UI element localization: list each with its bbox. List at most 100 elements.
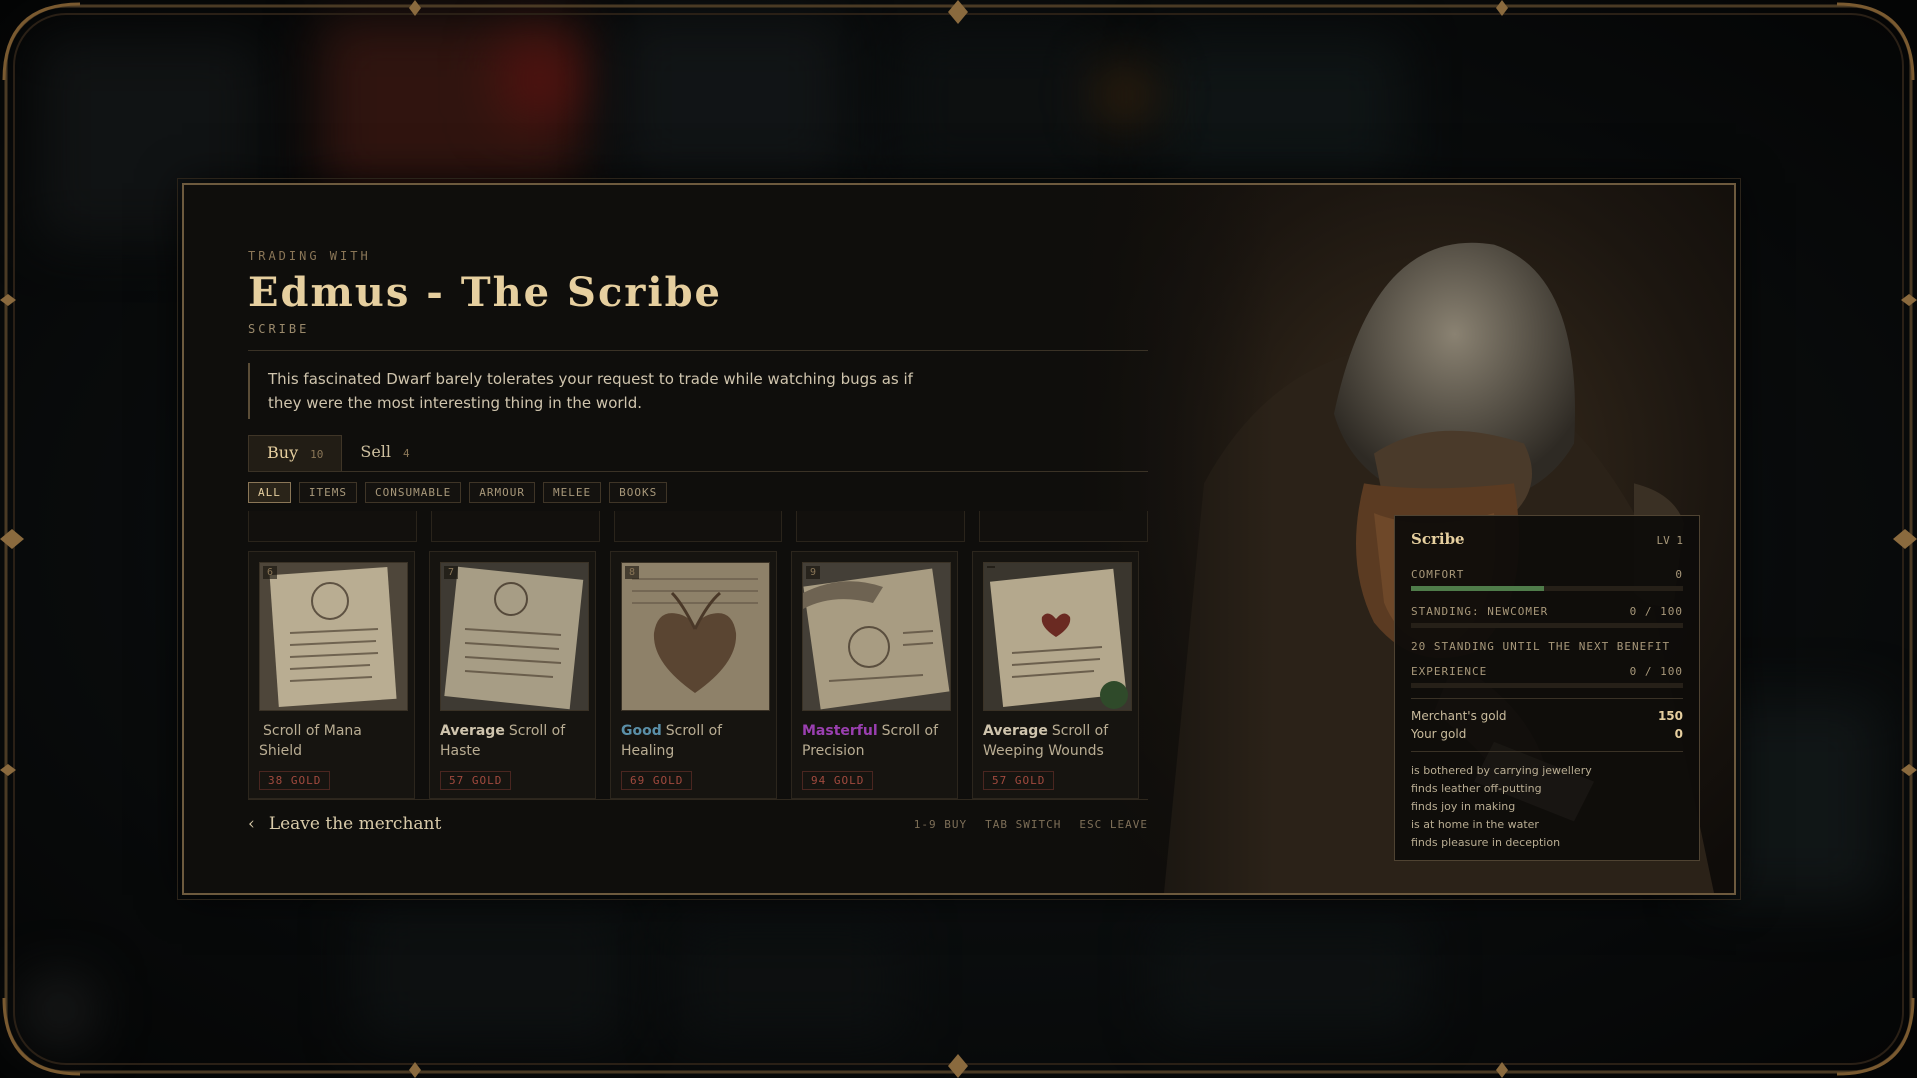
item-card[interactable]: 6 Scroll of Mana Shield 38 GOLD [248,551,415,799]
your-gold-value: 0 [1674,727,1683,741]
filter-all[interactable]: ALL [248,482,291,503]
filter-books[interactable]: BOOKS [609,482,668,503]
merchant-stats-panel: Scribe LV 1 COMFORT 0 STANDING: NEWCOMER… [1394,515,1700,861]
item-price: 69 GOLD [621,771,693,790]
scroll-icon [803,563,950,710]
merchant-gold-value: 150 [1657,709,1683,723]
your-gold-row: Your gold 0 [1411,727,1683,741]
trade-tabs: Buy 10 Sell 4 [248,435,1148,472]
filter-items[interactable]: ITEMS [298,482,357,503]
standing-label: STANDING: NEWCOMER [1411,605,1549,618]
hotkey-badge: 7 [444,566,459,579]
scroll-image: 6 [259,562,408,711]
leave-merchant-button[interactable]: ‹ Leave the merchant [248,814,441,834]
hotkey-badge: 8 [625,566,640,579]
trait-item: finds joy in making [1411,800,1516,813]
item-price: 38 GOLD [259,771,331,790]
item-card-partial[interactable] [613,511,783,542]
scroll-icon [984,563,1131,710]
merchant-gold-label: Merchant's gold [1411,709,1507,723]
comfort-row: COMFORT 0 [1411,568,1683,581]
divider [1411,698,1683,699]
item-name: Average Scroll of Weeping Wounds [983,721,1128,761]
item-name: Good Scroll of Healing [621,721,766,761]
trait-item: is at home in the water [1411,818,1539,831]
filter-melee[interactable]: MELEE [542,482,602,503]
trade-main: TRADING WITH Edmus - The Scribe SCRIBE T… [248,249,1148,801]
item-card-partial[interactable] [430,511,600,542]
merchant-role: SCRIBE [248,322,310,336]
filter-armour[interactable]: ARMOUR [469,482,535,503]
scroll-icon [441,563,588,710]
comfort-bar [1411,586,1683,591]
item-card[interactable]: 7 Average Scroll of Haste 57 GOLD [429,551,596,799]
your-gold-label: Your gold [1411,727,1467,741]
item-quality: Good [621,723,662,739]
item-card-partial[interactable] [796,511,966,542]
previous-row-partial [248,511,1148,542]
experience-label: EXPERIENCE [1411,665,1488,678]
scroll-image: 8 [621,562,770,711]
hint-leave: ESC LEAVE [1079,817,1148,831]
merchant-traits: is bothered by carrying jewellery finds … [1411,762,1683,852]
hotkey-badge [987,566,995,568]
category-filters: ALL ITEMS CONSUMABLE ARMOUR MELEE BOOKS [248,482,1148,503]
merchant-gold-row: Merchant's gold 150 [1411,709,1683,723]
trait-item: is bothered by carrying jewellery [1411,764,1592,777]
item-card-partial[interactable] [979,511,1148,542]
filter-consumable[interactable]: CONSUMABLE [365,482,462,503]
tab-buy-label: Buy [267,443,299,462]
hint-switch: TAB SWITCH [985,817,1062,831]
experience-bar [1411,683,1683,688]
leave-merchant-label: Leave the merchant [268,814,442,834]
item-quality: Average [983,723,1048,739]
stats-level: LV 1 [1656,534,1684,547]
merchant-title: Edmus - The Scribe [248,269,722,316]
tab-sell[interactable]: Sell 4 [342,435,427,471]
item-quality: Average [440,723,505,739]
scroll-icon [260,563,407,710]
divider [1411,751,1683,752]
item-name: Average Scroll of Haste [440,721,585,761]
tab-sell-label: Sell [360,442,392,461]
merchant-description: This fascinated Dwarf barely tolerates y… [248,363,928,419]
scroll-image [983,562,1132,711]
trade-dialog: TRADING WITH Edmus - The Scribe SCRIBE T… [177,178,1741,900]
item-price: 57 GOLD [983,771,1055,790]
hint-buy: 1-9 BUY [913,817,968,831]
item-name: Scroll of Mana Shield [259,721,404,761]
item-price: 94 GOLD [802,771,874,790]
comfort-bar-fill [1411,586,1545,591]
stats-merchant-name: Scribe [1411,530,1465,548]
keyboard-hints: 1-9 BUY TAB SWITCH ESC LEAVE [914,818,1148,831]
experience-row: EXPERIENCE 0 / 100 [1411,665,1683,678]
comfort-value: 0 [1675,568,1683,581]
stats-header: Scribe LV 1 [1411,530,1683,548]
item-grid-scroll[interactable]: 6 Scroll of Mana Shield 38 GOLD 7 Averag… [248,511,1148,801]
standing-row: STANDING: NEWCOMER 0 / 100 [1411,605,1683,618]
tab-buy[interactable]: Buy 10 [248,435,343,471]
scroll-image: 9 [802,562,951,711]
item-grid: 6 Scroll of Mana Shield 38 GOLD 7 Averag… [248,551,1148,799]
item-quality: Masterful [802,723,878,739]
item-card-partial[interactable] [248,511,417,542]
chevron-left-icon: ‹ [248,814,255,834]
standing-note: 20 STANDING UNTIL THE NEXT BENEFIT [1411,640,1671,653]
comfort-label: COMFORT [1411,568,1465,581]
item-card[interactable]: 8 Good Scroll of Healing 69 GOLD [610,551,777,799]
tab-buy-count: 10 [310,448,324,461]
divider [248,350,1148,351]
scroll-image: 7 [440,562,589,711]
item-title: Scroll of Mana Shield [259,723,362,759]
trait-item: finds pleasure in deception [1411,836,1561,849]
item-price: 57 GOLD [440,771,512,790]
experience-value: 0 / 100 [1629,665,1683,678]
hotkey-badge: 6 [263,566,278,579]
tab-sell-count: 4 [403,447,410,460]
hotkey-badge: 9 [806,566,821,579]
item-card[interactable]: 9 Masterful Scroll of Precision 94 GOLD [791,551,958,799]
standing-bar [1411,623,1683,628]
heart-scroll-icon [622,563,769,710]
trait-item: finds leather off-putting [1411,782,1542,795]
item-card[interactable]: Average Scroll of Weeping Wounds 57 GOLD [972,551,1139,799]
